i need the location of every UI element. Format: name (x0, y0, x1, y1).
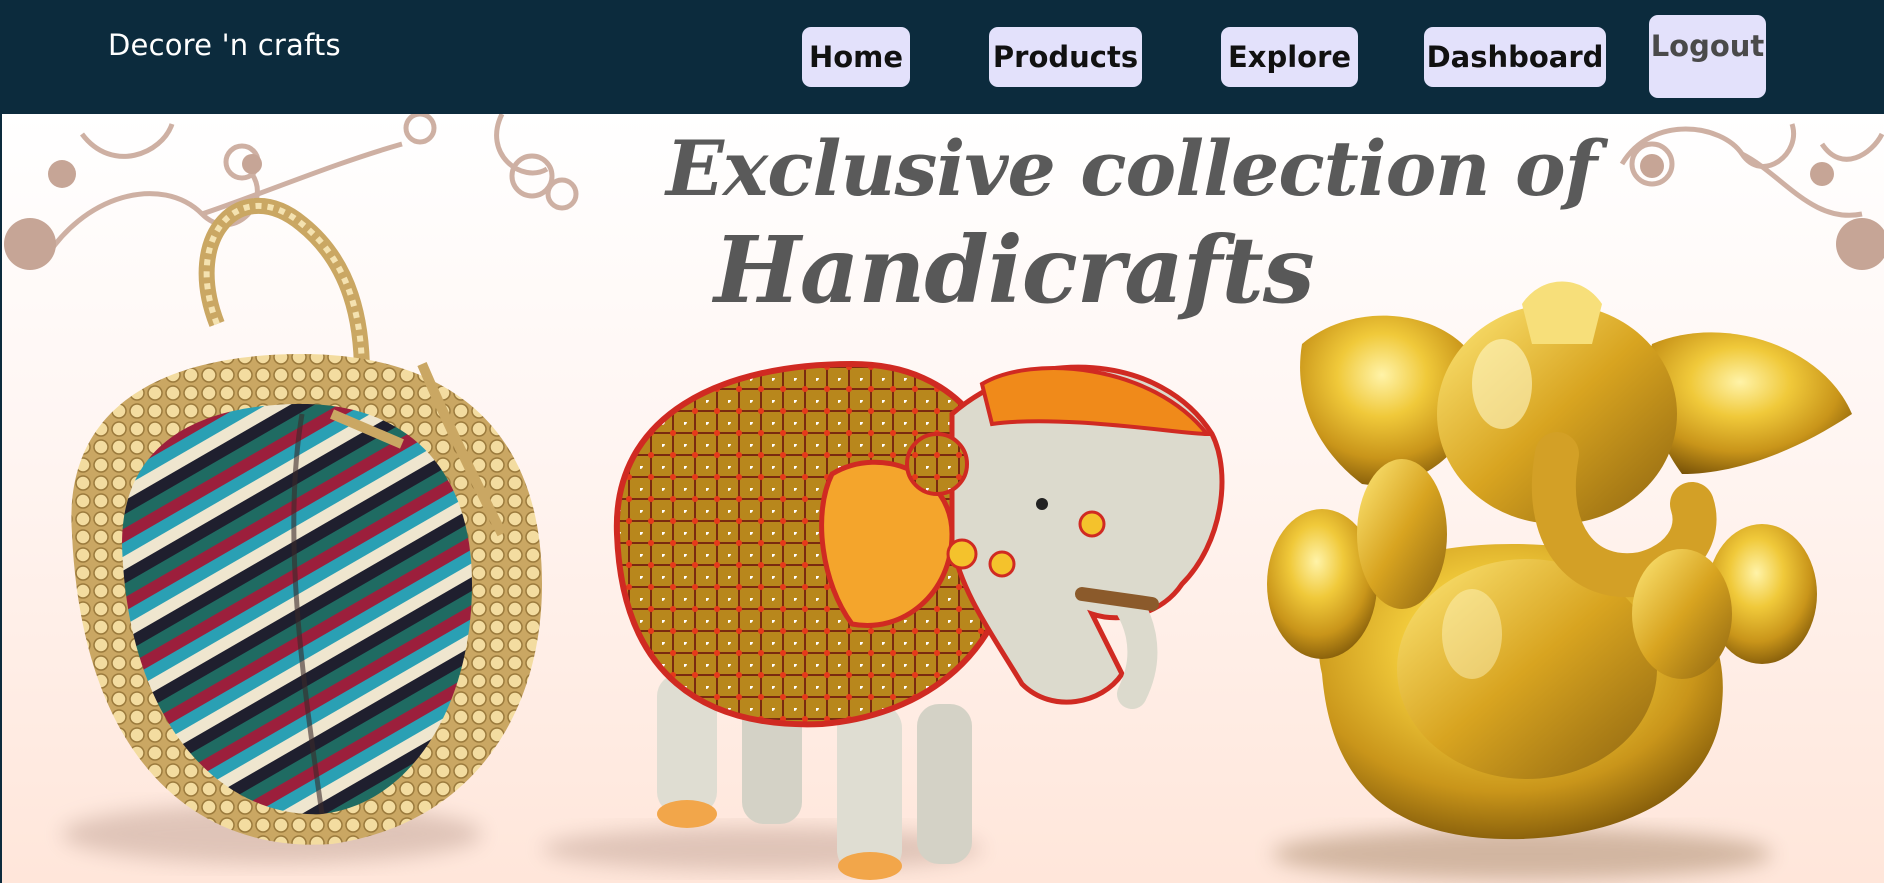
painted-elephant-figurine-image (542, 360, 1225, 880)
logout-button[interactable]: Logout (1649, 15, 1766, 98)
hero-headline-line2: Handicrafts (714, 216, 1315, 324)
brand-name[interactable]: Decore 'n crafts (108, 28, 341, 62)
nav-dashboard-button[interactable]: Dashboard (1424, 27, 1606, 87)
hero-headline-line1: Exclusive collection of (666, 124, 1597, 213)
potli-bag-image (62, 197, 542, 864)
top-navbar: Decore 'n crafts Home Products Explore D… (0, 0, 1884, 114)
nav-explore-button[interactable]: Explore (1221, 27, 1358, 87)
ornament-dot (4, 218, 56, 270)
nav-home-button[interactable]: Home (802, 27, 910, 87)
golden-ganesha-idol-image (1267, 281, 1852, 880)
swirl-ornament-left (39, 114, 579, 266)
hero-banner: Exclusive collection of Handicrafts (2, 114, 1884, 883)
nav-products-button[interactable]: Products (989, 27, 1142, 87)
